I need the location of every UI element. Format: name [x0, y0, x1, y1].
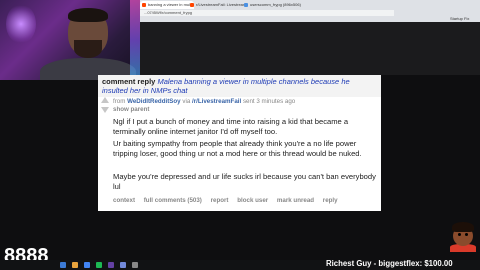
- discord-icon[interactable]: [120, 262, 126, 268]
- streamer-hair: [68, 8, 108, 22]
- obs-icon[interactable]: [132, 262, 138, 268]
- rgb-light-strip: [130, 0, 140, 80]
- twitch-icon[interactable]: [108, 262, 114, 268]
- comment-paragraph: Maybe you're depressed and ur life sucks…: [113, 172, 376, 191]
- comment-reply-label: comment reply: [102, 77, 156, 86]
- ring-light-glow: [6, 4, 36, 44]
- author-link[interactable]: WeDidItRedditSoy: [127, 98, 181, 105]
- sent-time: sent 3 minutes ago: [242, 98, 296, 105]
- spotify-icon[interactable]: [96, 262, 102, 268]
- donor-avatar: [448, 218, 478, 252]
- report-link[interactable]: report: [211, 197, 229, 204]
- downvote-arrow-icon[interactable]: [101, 107, 109, 113]
- comment-header: comment reply Malena banning a viewer in…: [98, 75, 381, 97]
- reply-link[interactable]: reply: [323, 197, 338, 204]
- folder-icon[interactable]: [72, 262, 78, 268]
- reddit-favicon-icon: [142, 3, 146, 7]
- vote-controls: [100, 97, 110, 121]
- page-background: [140, 22, 480, 75]
- comment-paragraph: Ngl if I put a bunch of money and time i…: [113, 117, 349, 136]
- tab-label: r/LivestreamFail: Livestream: [196, 2, 247, 7]
- streamer-beard: [74, 40, 102, 58]
- comment-paragraph: Ur baiting sympathy from people that alr…: [113, 139, 362, 158]
- image-favicon-icon: [244, 3, 248, 7]
- tab-label: banning a viewer in multi: [148, 2, 193, 7]
- comment-meta: from WeDidItRedditSoy via /r/LivestreamF…: [113, 98, 296, 105]
- browser-tab[interactable]: banning a viewer in multi: [140, 1, 194, 9]
- block-user-link[interactable]: block user: [237, 197, 268, 204]
- webcam-feed: [0, 0, 140, 80]
- start-icon[interactable]: [60, 262, 66, 268]
- browser-tab[interactable]: userscomm_frypg (896x506): [242, 1, 308, 9]
- full-comments-link[interactable]: full comments (503): [144, 197, 202, 204]
- show-parent-link[interactable]: show parent: [113, 106, 149, 114]
- post-title-link-cont[interactable]: insulted her in NMPs chat: [102, 86, 378, 95]
- tab-label: userscomm_frypg (896x506): [250, 2, 301, 7]
- mark-unread-link[interactable]: mark unread: [277, 197, 314, 204]
- subreddit-link[interactable]: /r/LivestreamFail: [192, 98, 241, 105]
- post-title-link[interactable]: Malena banning a viewer in multiple chan…: [157, 77, 349, 86]
- reddit-favicon-icon: [190, 3, 194, 7]
- comment-card: comment reply Malena banning a viewer in…: [98, 75, 381, 211]
- comment-actions: context full comments (503) report block…: [113, 197, 345, 205]
- context-link[interactable]: context: [113, 197, 135, 204]
- chrome-icon[interactable]: [84, 262, 90, 268]
- browser-tab[interactable]: r/LivestreamFail: Livestream: [188, 1, 248, 9]
- address-bar[interactable]: ...07/i5Wf/r/comment_frypg: [140, 10, 394, 16]
- upvote-arrow-icon[interactable]: [101, 97, 109, 103]
- donation-ticker: Richest Guy - biggestflex: $100.00: [326, 259, 453, 268]
